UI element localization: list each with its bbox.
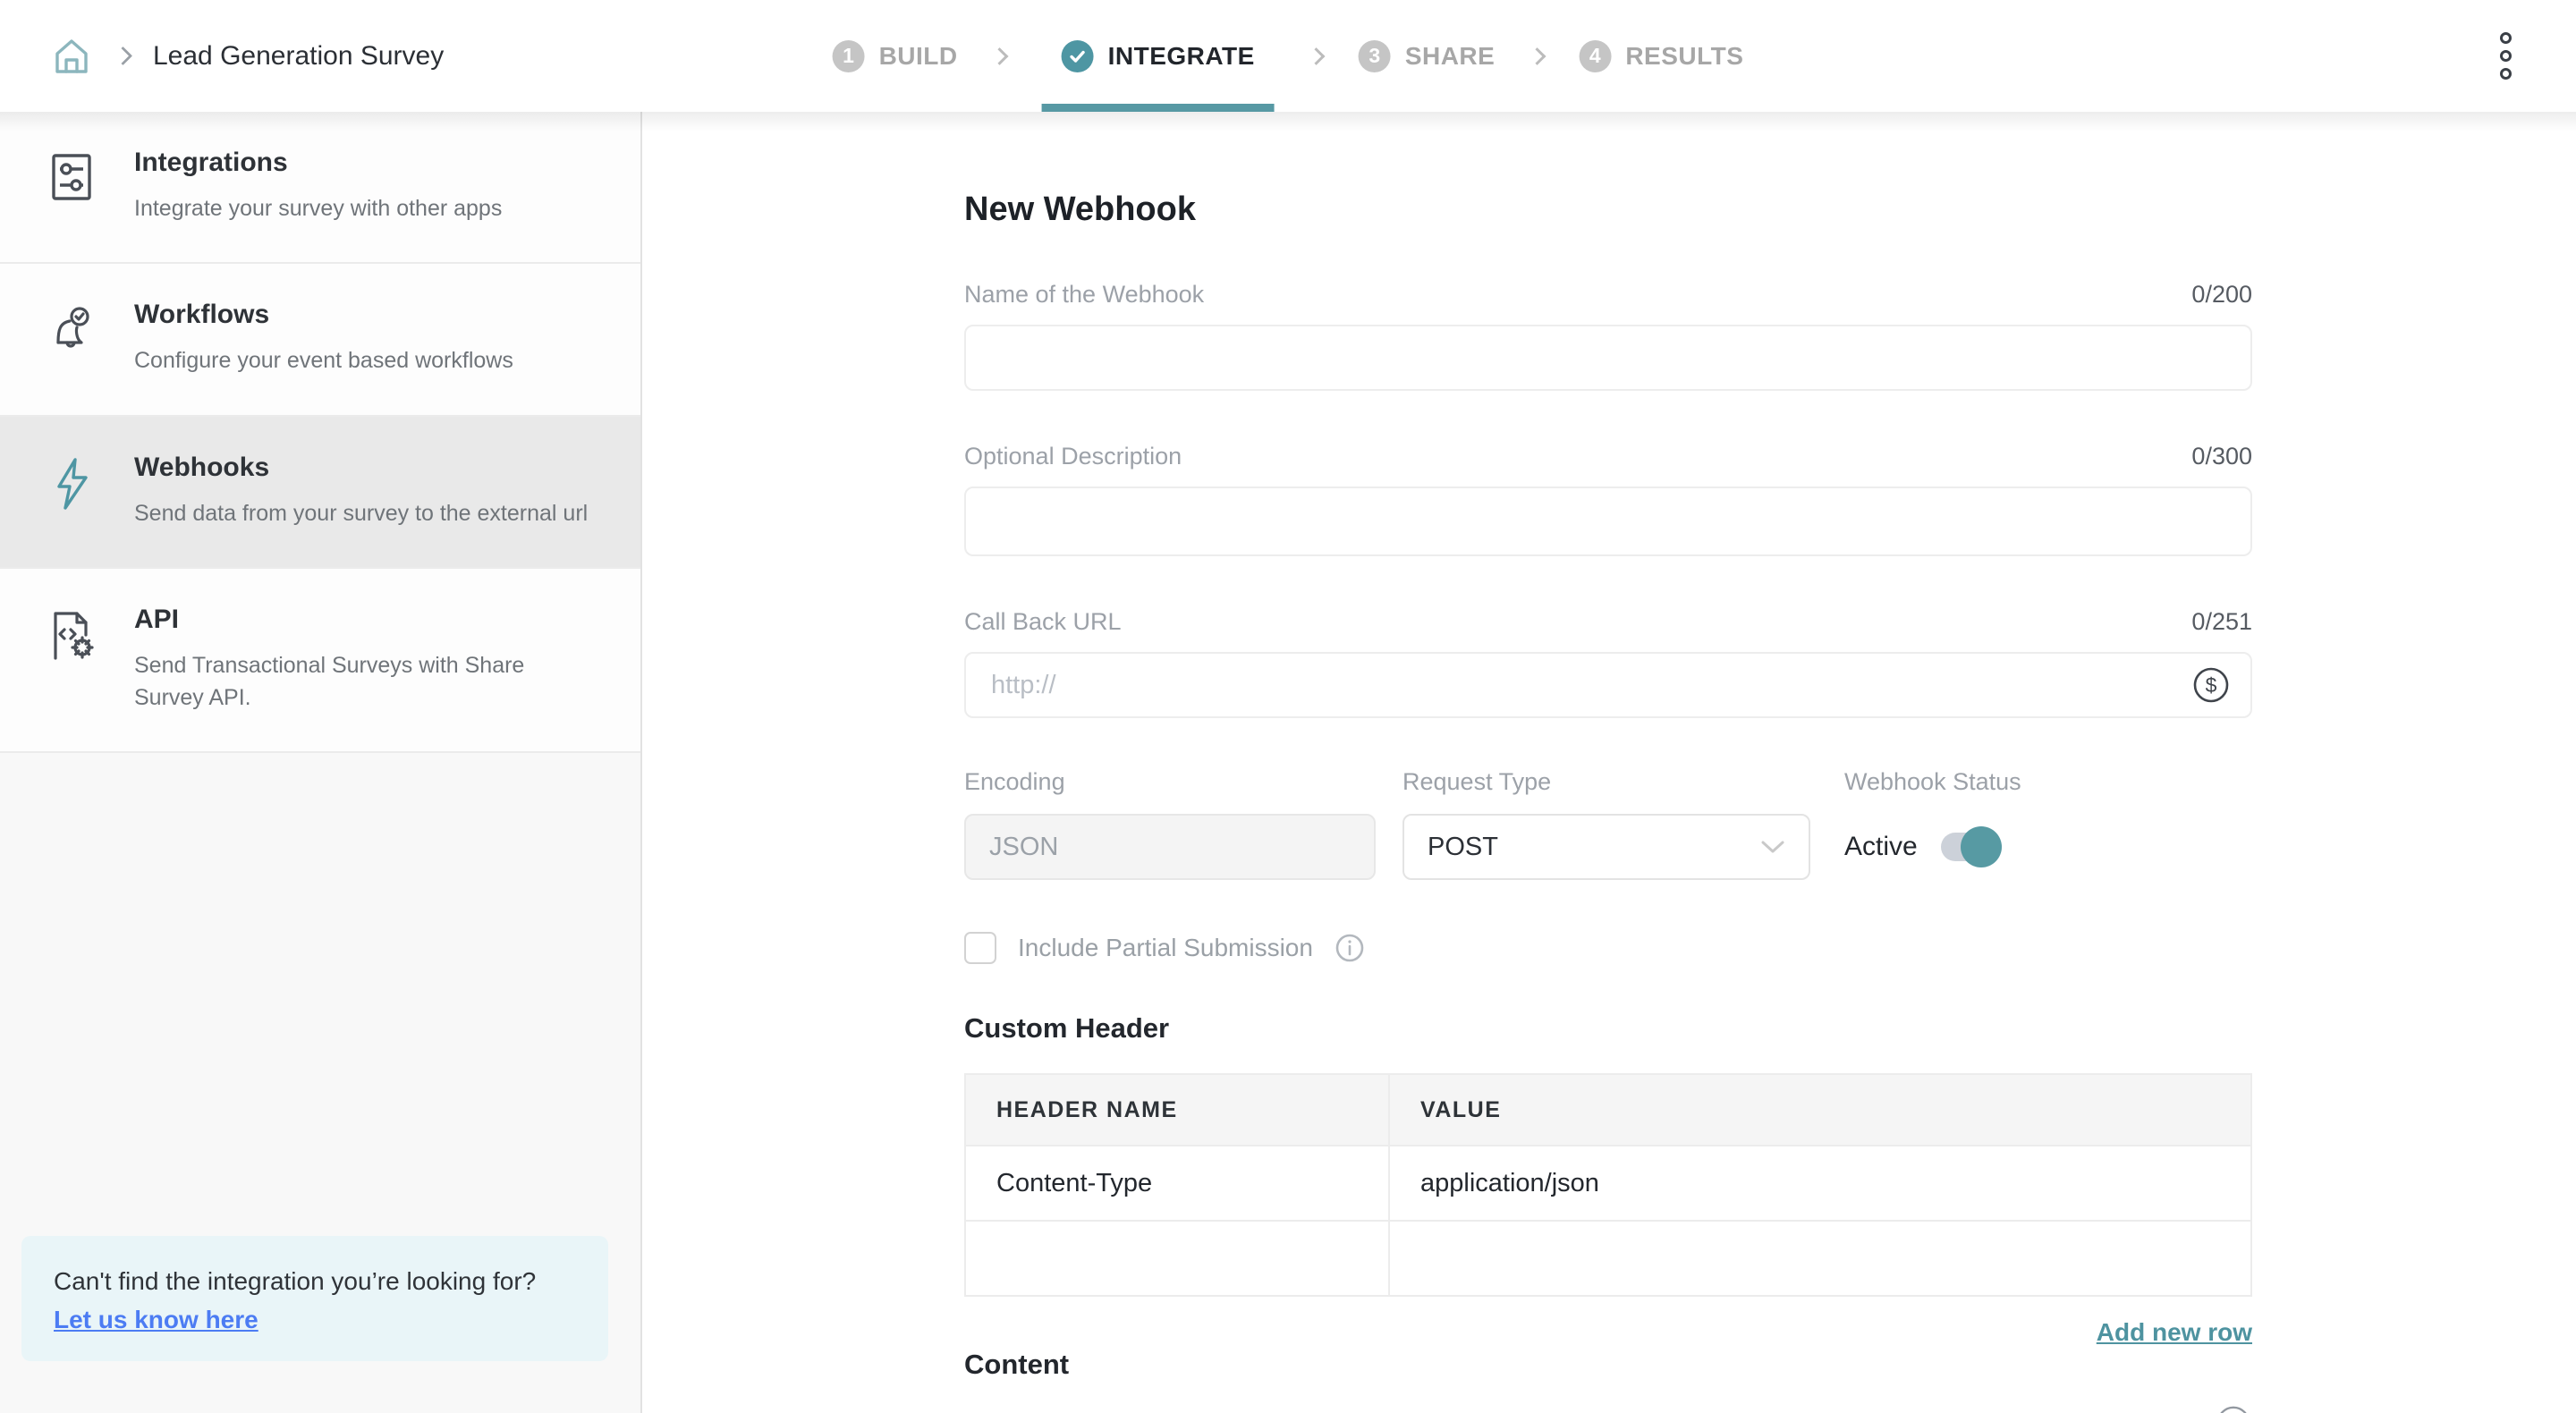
- need-help-link[interactable]: Need Help?: [1748, 1409, 1885, 1413]
- content-hint: You can use the placeholders to pass the…: [964, 1409, 1739, 1413]
- custom-header-table: HEADER NAME VALUE Content-Type applicati…: [964, 1073, 2252, 1297]
- sidebar-item-api[interactable]: API Send Transactional Surveys with Shar…: [0, 569, 640, 754]
- webhook-description-label: Optional Description: [964, 443, 1182, 470]
- request-type-label: Request Type: [1402, 768, 1810, 796]
- survey-title[interactable]: Lead Generation Survey: [153, 41, 444, 72]
- chevron-down-icon: [1760, 833, 1785, 862]
- api-icon: [45, 605, 98, 715]
- options-row: Encoding JSON Request Type POST W: [964, 768, 2252, 880]
- webhook-settings-page: Lead Generation Survey 1 BUILD INTEGRATE…: [0, 0, 2576, 1413]
- integrations-icon: [45, 148, 98, 224]
- header-name-column: HEADER NAME: [965, 1074, 1389, 1146]
- value-cell[interactable]: [1389, 1221, 2251, 1296]
- partial-submission-label: Include Partial Submission: [1018, 934, 1313, 962]
- step-integrate-label: INTEGRATE: [1108, 42, 1255, 71]
- webhook-name-counter: 0/200: [2191, 281, 2252, 309]
- webhook-name-input[interactable]: [966, 326, 2250, 389]
- callback-url-counter: 0/251: [2191, 608, 2252, 636]
- encoding-label: Encoding: [964, 768, 1376, 796]
- partial-submission-group: Include Partial Submission: [964, 932, 2252, 964]
- step-share-label: SHARE: [1405, 42, 1496, 71]
- webhook-description-input[interactable]: [966, 488, 2250, 554]
- top-header: Lead Generation Survey 1 BUILD INTEGRATE…: [0, 0, 2576, 112]
- step-results-label: RESULTS: [1625, 42, 1743, 71]
- value-cell[interactable]: application/json: [1389, 1146, 2251, 1221]
- webhook-description-group: Optional Description 0/300: [964, 443, 2252, 556]
- webhook-status-value: Active: [1844, 832, 1918, 862]
- table-row: [965, 1221, 2251, 1296]
- step-build[interactable]: 1 BUILD: [833, 0, 958, 112]
- partial-submission-checkbox[interactable]: [964, 932, 996, 964]
- check-icon: [1062, 40, 1094, 72]
- value-column: VALUE: [1389, 1074, 2251, 1146]
- sidebar-item-subtitle: Integrate your survey with other apps: [134, 192, 502, 224]
- webhook-status-toggle[interactable]: [1941, 833, 2000, 861]
- encoding-group: Encoding JSON: [964, 768, 1376, 880]
- sidebar-item-subtitle: Send data from your survey to the extern…: [134, 497, 588, 529]
- sidebar-item-integrations[interactable]: Integrations Integrate your survey with …: [0, 112, 640, 264]
- step-separator-icon: [991, 47, 1009, 65]
- sidebar-item-title: API: [134, 605, 597, 635]
- sidebar-item-title: Webhooks: [134, 453, 588, 483]
- info-icon[interactable]: [1335, 933, 1365, 963]
- workflows-icon: [45, 300, 98, 377]
- request-type-select[interactable]: POST: [1402, 814, 1810, 880]
- table-header-row: HEADER NAME VALUE: [965, 1074, 2251, 1146]
- sidebar-item-subtitle: Configure your event based workflows: [134, 344, 513, 377]
- callback-url-input[interactable]: [966, 654, 2250, 716]
- step-separator-icon: [1528, 47, 1546, 65]
- request-type-group: Request Type POST: [1402, 768, 1810, 880]
- webhook-name-group: Name of the Webhook 0/200: [964, 281, 2252, 391]
- insert-variable-icon[interactable]: $: [2215, 1404, 2252, 1413]
- step-share[interactable]: 3 SHARE: [1359, 0, 1496, 112]
- integration-request-box: Can't find the integration you’re lookin…: [21, 1236, 608, 1361]
- webhook-status-label: Webhook Status: [1844, 768, 2021, 796]
- webhook-name-label: Name of the Webhook: [964, 281, 1204, 309]
- callback-url-group: Call Back URL 0/251 $: [964, 608, 2252, 718]
- toggle-knob: [1961, 826, 2002, 867]
- step-build-number: 1: [833, 40, 865, 72]
- webhook-description-counter: 0/300: [2191, 443, 2252, 470]
- sidebar-item-webhooks[interactable]: Webhooks Send data from your survey to t…: [0, 417, 640, 569]
- webhook-form-panel: New Webhook Name of the Webhook 0/200 Op…: [642, 112, 2576, 1413]
- integration-request-text: Can't find the integration you’re lookin…: [54, 1263, 576, 1300]
- breadcrumb-chevron-icon: [114, 47, 132, 65]
- sidebar-item-workflows[interactable]: Workflows Configure your event based wor…: [0, 264, 640, 416]
- encoding-value-disabled: JSON: [964, 814, 1376, 880]
- step-results[interactable]: 4 RESULTS: [1579, 0, 1743, 112]
- content-section-title: Content: [964, 1349, 2252, 1381]
- header-name-cell[interactable]: Content-Type: [965, 1146, 1389, 1221]
- step-results-number: 4: [1579, 40, 1611, 72]
- page-title: New Webhook: [964, 190, 2252, 229]
- integrations-sidebar: Integrations Integrate your survey with …: [0, 112, 642, 1413]
- header-name-cell[interactable]: [965, 1221, 1389, 1296]
- table-row: Content-Type application/json: [965, 1146, 2251, 1221]
- callback-url-label: Call Back URL: [964, 608, 1122, 636]
- svg-text:$: $: [2206, 673, 2217, 697]
- home-icon[interactable]: [50, 35, 93, 78]
- step-integrate[interactable]: INTEGRATE: [1042, 0, 1275, 112]
- webhook-status-group: Webhook Status Active: [1844, 768, 2021, 880]
- step-build-label: BUILD: [879, 42, 958, 71]
- sidebar-item-subtitle: Send Transactional Surveys with Share Su…: [134, 649, 597, 715]
- sidebar-item-title: Integrations: [134, 148, 502, 178]
- sidebar-filler: [0, 753, 640, 1236]
- let-us-know-link[interactable]: Let us know here: [54, 1306, 258, 1334]
- breadcrumb: Lead Generation Survey: [50, 35, 444, 78]
- add-new-row-link[interactable]: Add new row: [2097, 1318, 2252, 1347]
- custom-header-title: Custom Header: [964, 1012, 2252, 1045]
- request-type-value: POST: [1428, 833, 1498, 862]
- step-share-number: 3: [1359, 40, 1391, 72]
- content-hint-row: You can use the placeholders to pass the…: [964, 1404, 2252, 1413]
- more-options-kebab-icon[interactable]: [2493, 25, 2519, 87]
- insert-variable-icon[interactable]: $: [2191, 665, 2231, 705]
- webhooks-icon: [45, 453, 98, 529]
- wizard-steps: 1 BUILD INTEGRATE 3 SHARE 4 RESULTS: [833, 0, 1744, 112]
- sidebar-item-title: Workflows: [134, 300, 513, 330]
- step-separator-icon: [1308, 47, 1326, 65]
